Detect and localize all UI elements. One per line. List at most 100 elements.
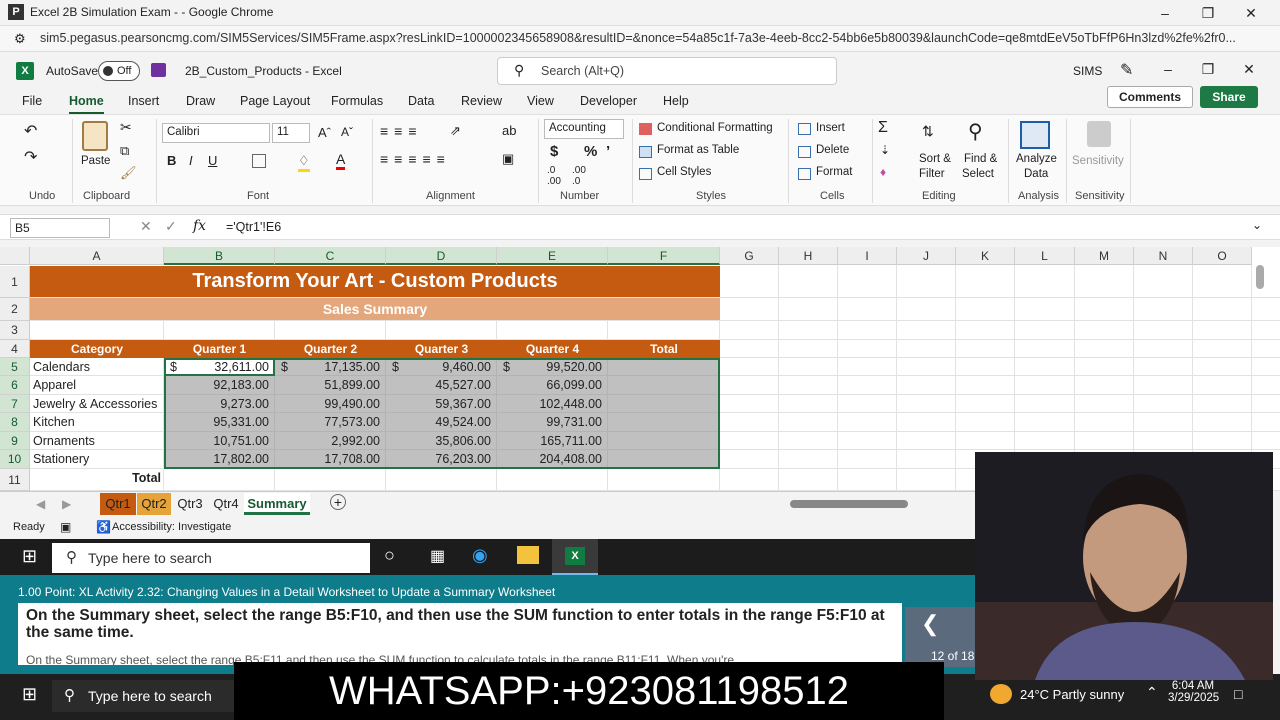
decrease-decimal-icon[interactable]: .00.0 bbox=[572, 165, 586, 187]
sensitivity-button[interactable]: Sensitivity bbox=[1072, 155, 1124, 167]
format-button[interactable]: Format bbox=[816, 166, 852, 178]
column-header-a[interactable]: A bbox=[30, 247, 164, 265]
tab-view[interactable]: View bbox=[527, 94, 554, 108]
undo-icon[interactable]: ↶ bbox=[24, 121, 37, 141]
value-cell-q2[interactable]: 17,135.00 bbox=[275, 358, 386, 376]
value-cell-q3[interactable]: 45,527.00 bbox=[386, 376, 497, 395]
column-header-g[interactable]: G bbox=[720, 247, 779, 265]
macro-icon[interactable]: ▣ bbox=[60, 520, 71, 534]
autosum-icon[interactable]: Σ bbox=[878, 119, 888, 137]
tab-help[interactable]: Help bbox=[663, 94, 689, 108]
value-cell-q3[interactable]: 9,460.00 bbox=[386, 358, 497, 376]
merge-center-icon[interactable]: ▣ bbox=[502, 151, 514, 167]
header-total[interactable]: Total bbox=[608, 340, 720, 358]
tab-insert[interactable]: Insert bbox=[128, 94, 159, 108]
close-button[interactable]: ✕ bbox=[1236, 3, 1266, 23]
excel-close-button[interactable]: ✕ bbox=[1234, 59, 1264, 79]
value-cell-q2[interactable]: 51,899.00 bbox=[275, 376, 386, 395]
prev-sheet-icon[interactable]: ◀ bbox=[36, 497, 45, 511]
row-header-9[interactable]: 9 bbox=[0, 432, 30, 450]
windows-start-icon-outer[interactable]: ⊞ bbox=[22, 684, 37, 705]
restore-button[interactable]: ❐ bbox=[1193, 3, 1223, 23]
row-header-7[interactable]: 7 bbox=[0, 395, 30, 413]
borders-icon[interactable] bbox=[252, 154, 266, 168]
clock[interactable]: 6:04 AM 3/29/2025 bbox=[1168, 680, 1219, 704]
column-header-f[interactable]: F bbox=[608, 247, 720, 265]
header-quarter3[interactable]: Quarter 3 bbox=[386, 340, 497, 358]
number-format-select[interactable]: Accounting bbox=[544, 119, 624, 139]
row-header-1[interactable]: 1 bbox=[0, 266, 30, 298]
clear-icon[interactable]: ♦ bbox=[880, 165, 886, 179]
tab-developer[interactable]: Developer bbox=[580, 94, 637, 108]
excel-restore-button[interactable]: ❐ bbox=[1193, 59, 1223, 79]
tab-review[interactable]: Review bbox=[461, 94, 502, 108]
select-all-corner[interactable] bbox=[0, 247, 30, 265]
column-header-m[interactable]: M bbox=[1075, 247, 1134, 265]
save-icon[interactable] bbox=[151, 63, 166, 77]
delete-button[interactable]: Delete bbox=[816, 144, 849, 156]
value-cell-q3[interactable]: 49,524.00 bbox=[386, 413, 497, 432]
value-cell-q4[interactable]: 99,731.00 bbox=[497, 413, 608, 432]
decrease-font-icon[interactable]: Aˇ bbox=[341, 125, 353, 139]
formula-input[interactable]: ='Qtr1'!E6 bbox=[226, 220, 281, 234]
find-select-label-2[interactable]: Select bbox=[962, 168, 994, 180]
header-category[interactable]: Category bbox=[30, 340, 164, 358]
column-header-j[interactable]: J bbox=[897, 247, 956, 265]
url-text[interactable]: sim5.pegasus.pearsoncmg.com/SIM5Services… bbox=[40, 31, 1270, 45]
row-header-5[interactable]: 5 bbox=[0, 358, 30, 376]
value-cell-q3[interactable]: 35,806.00 bbox=[386, 432, 497, 450]
tab-draw[interactable]: Draw bbox=[186, 94, 215, 108]
format-as-table-button[interactable]: Format as Table bbox=[657, 144, 739, 156]
excel-minimize-button[interactable]: – bbox=[1153, 59, 1183, 79]
cancel-icon[interactable]: ✕ bbox=[140, 218, 152, 235]
value-cell-q4[interactable]: 102,448.00 bbox=[497, 395, 608, 413]
font-size-select[interactable]: 11 bbox=[272, 123, 310, 143]
value-cell-q4[interactable]: 66,099.00 bbox=[497, 376, 608, 395]
total-row-label[interactable]: Total bbox=[30, 469, 164, 487]
tray-chevron-icon[interactable]: ⌃ bbox=[1146, 684, 1158, 701]
add-sheet-icon[interactable]: + bbox=[330, 494, 346, 510]
bold-button[interactable]: B bbox=[167, 153, 176, 168]
autosave-toggle[interactable]: Off bbox=[98, 61, 140, 81]
outer-search-box[interactable]: ⚲ Type here to search bbox=[52, 680, 242, 712]
tab-qtr2[interactable]: Qtr2 bbox=[137, 493, 171, 515]
category-cell[interactable]: Ornaments bbox=[31, 432, 163, 450]
user-name[interactable]: SIMS bbox=[1073, 64, 1102, 78]
site-info-icon[interactable]: ⚙ bbox=[14, 31, 26, 47]
pen-icon[interactable]: ✎ bbox=[1120, 60, 1133, 80]
value-cell-q2[interactable]: 99,490.00 bbox=[275, 395, 386, 413]
column-header-l[interactable]: L bbox=[1015, 247, 1075, 265]
next-sheet-icon[interactable]: ▶ bbox=[62, 497, 71, 511]
increase-font-icon[interactable]: Aˆ bbox=[318, 125, 331, 140]
row-header-2[interactable]: 2 bbox=[0, 298, 30, 321]
tab-page-layout[interactable]: Page Layout bbox=[240, 94, 310, 108]
category-cell[interactable]: Jewelry & Accessories bbox=[31, 395, 163, 413]
excel-search-box[interactable]: ⚲ Search (Alt+Q) bbox=[497, 57, 837, 85]
italic-button[interactable]: I bbox=[189, 153, 193, 168]
windows-start-icon[interactable]: ⊞ bbox=[22, 546, 37, 567]
edge-icon[interactable]: ◉ bbox=[472, 545, 488, 566]
paste-icon[interactable] bbox=[82, 121, 108, 151]
wrap-text-icon[interactable]: ab bbox=[502, 123, 516, 138]
tab-formulas[interactable]: Formulas bbox=[331, 94, 383, 108]
row-header-11[interactable]: 11 bbox=[0, 469, 30, 491]
tab-qtr3[interactable]: Qtr3 bbox=[172, 493, 208, 515]
tab-qtr4[interactable]: Qtr4 bbox=[209, 493, 243, 515]
vertical-scrollbar[interactable] bbox=[1256, 265, 1264, 289]
notification-icon[interactable]: □ bbox=[1234, 686, 1242, 702]
tab-file[interactable]: File bbox=[22, 94, 42, 108]
value-cell-q1[interactable]: 17,802.00 bbox=[164, 450, 275, 469]
cell-styles-button[interactable]: Cell Styles bbox=[657, 166, 711, 178]
minimize-button[interactable]: – bbox=[1150, 3, 1180, 23]
analyze-data-label-1[interactable]: Analyze bbox=[1016, 153, 1057, 165]
tab-data[interactable]: Data bbox=[408, 94, 434, 108]
paste-label[interactable]: Paste bbox=[81, 155, 110, 167]
column-header-n[interactable]: N bbox=[1134, 247, 1193, 265]
weather-text[interactable]: 24°C Partly sunny bbox=[1020, 687, 1124, 702]
row-header-3[interactable]: 3 bbox=[0, 321, 30, 340]
sheet-subtitle[interactable]: Sales Summary bbox=[30, 298, 720, 320]
category-cell[interactable]: Apparel bbox=[31, 376, 163, 395]
percent-icon[interactable]: % bbox=[584, 143, 597, 160]
vertical-align-icons[interactable]: ≡≡≡ bbox=[380, 123, 423, 139]
insert-function-icon[interactable]: fx bbox=[193, 218, 206, 234]
